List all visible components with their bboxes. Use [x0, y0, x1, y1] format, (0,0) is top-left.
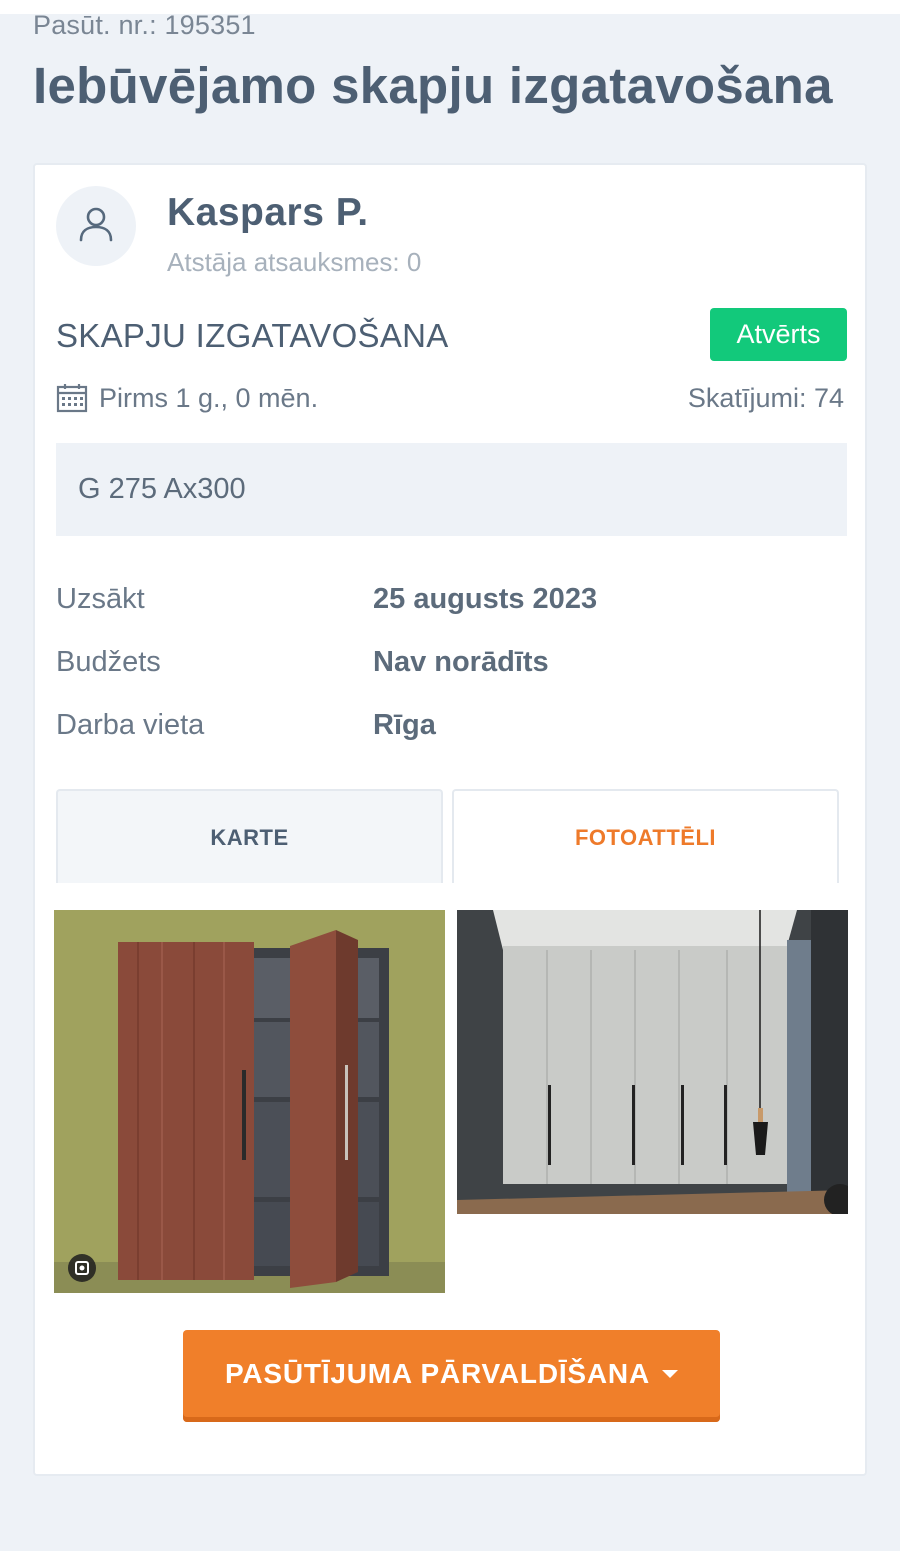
client-name[interactable]: Kaspars P.: [167, 191, 369, 235]
page-title: Iebūvējamo skapju izgatavošana: [33, 57, 833, 114]
photo-wardrobe-2[interactable]: [457, 910, 848, 1214]
tab-photos[interactable]: FOTOATTĒLI: [452, 789, 839, 883]
caret-down-icon: [661, 1370, 678, 1378]
avatar[interactable]: [56, 186, 136, 266]
user-icon: [79, 207, 113, 242]
order-description: G 275 Ax300: [56, 443, 847, 536]
client-reviews: Atstāja atsauksmes: 0: [167, 247, 422, 277]
location-label: Darba vieta: [56, 709, 205, 741]
lens-icon[interactable]: [68, 1254, 96, 1282]
order-card: Kaspars P. Atstāja atsauksmes: 0 SKAPJU …: [33, 163, 867, 1476]
order-management-button[interactable]: PASŪTĪJUMA PĀRVALDĪŠANA: [183, 1330, 720, 1422]
posted-date-row: Pirms 1 g., 0 mēn.: [56, 381, 318, 415]
start-label: Uzsākt: [56, 583, 145, 615]
order-number: Pasūt. nr.: 195351: [33, 10, 256, 40]
start-value: 25 augusts 2023: [373, 583, 598, 615]
photo-wardrobe-1[interactable]: [54, 910, 445, 1293]
order-category: SKAPJU IZGATAVOŠANA: [56, 317, 449, 354]
location-value: Rīga: [373, 709, 436, 741]
built-in-wardrobe-photo: [457, 910, 848, 1214]
status-badge: Atvērts: [710, 308, 847, 361]
wardrobe-illustration: [54, 910, 445, 1293]
budget-value: Nav norādīts: [373, 646, 549, 678]
order-management-label: PASŪTĪJUMA PĀRVALDĪŠANA: [225, 1358, 650, 1389]
budget-label: Budžets: [56, 646, 161, 678]
calendar-icon: [56, 384, 88, 413]
posted-date: Pirms 1 g., 0 mēn.: [99, 382, 319, 413]
views-count: Skatījumi: 74: [687, 383, 844, 413]
tab-map[interactable]: KARTE: [56, 789, 443, 883]
